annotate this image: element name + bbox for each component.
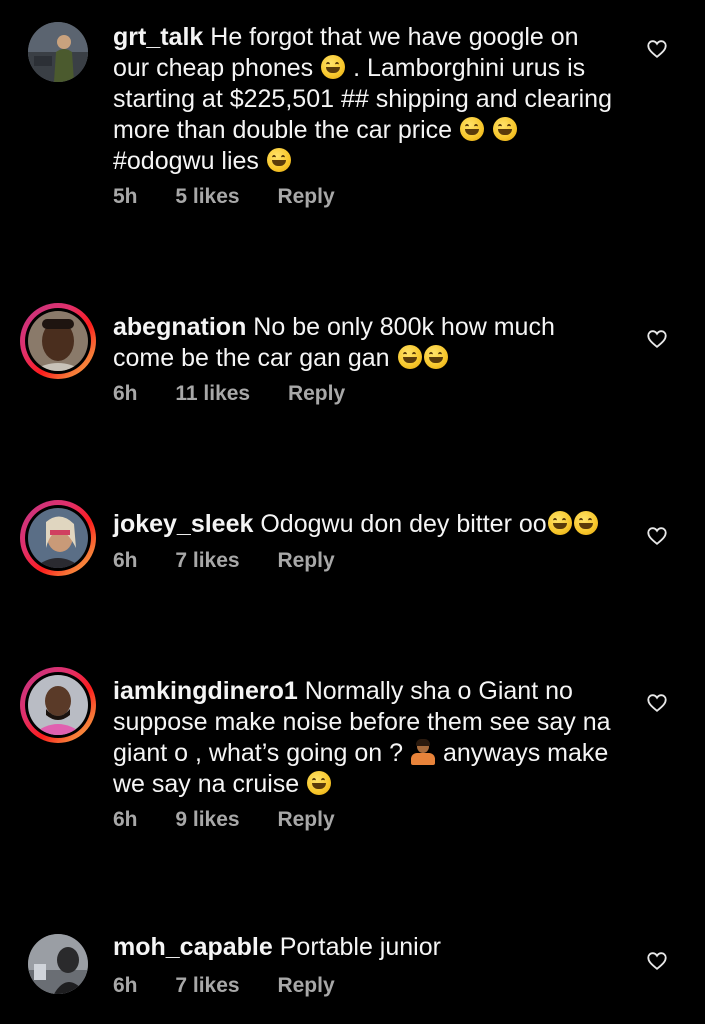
comment-text: moh_capable Portable junior bbox=[113, 932, 618, 963]
comment-username[interactable]: grt_talk bbox=[113, 23, 203, 51]
grinning-squinting-face-emoji bbox=[307, 771, 332, 795]
grinning-squinting-face-emoji bbox=[423, 345, 448, 369]
avatar[interactable] bbox=[20, 303, 96, 379]
grinning-squinting-face-emoji bbox=[460, 117, 485, 141]
comment-username[interactable]: iamkingdinero1 bbox=[113, 677, 298, 705]
comment-username[interactable]: abegnation bbox=[113, 313, 246, 341]
comment-meta: 5h 5 likes Reply bbox=[113, 185, 367, 209]
grinning-squinting-face-emoji bbox=[397, 345, 422, 369]
reply-button[interactable]: Reply bbox=[288, 382, 345, 405]
comment-likes[interactable]: 7 likes bbox=[175, 974, 239, 997]
comment-body: Portable junior bbox=[279, 933, 441, 961]
person-shrugging-emoji bbox=[410, 739, 436, 765]
reply-button[interactable]: Reply bbox=[277, 549, 334, 572]
comment-meta: 6h 9 likes Reply bbox=[113, 808, 367, 832]
comment-text: jokey_sleek Odogwu don dey bitter oo bbox=[113, 509, 618, 540]
avatar[interactable] bbox=[20, 500, 96, 576]
comment-likes[interactable]: 9 likes bbox=[175, 808, 239, 831]
comment-time: 6h bbox=[113, 382, 138, 405]
grinning-squinting-face-emoji bbox=[547, 511, 572, 535]
comment-body: Odogwu don dey bitter oo bbox=[260, 510, 547, 538]
comment-username[interactable]: moh_capable bbox=[113, 933, 273, 961]
comment-time: 6h bbox=[113, 974, 138, 997]
avatar[interactable] bbox=[20, 667, 96, 743]
grinning-squinting-face-emoji bbox=[266, 148, 291, 172]
reply-button[interactable]: Reply bbox=[277, 185, 334, 208]
comment-text: abegnation No be only 800k how much come… bbox=[113, 312, 618, 374]
heart-outline-icon[interactable] bbox=[646, 328, 668, 350]
hashtag-link[interactable]: #odogwu lies bbox=[113, 147, 259, 175]
reply-button[interactable]: Reply bbox=[277, 974, 334, 997]
comment-text: iamkingdinero1 Normally sha o Giant no s… bbox=[113, 676, 618, 800]
comment-meta: 6h 11 likes Reply bbox=[113, 382, 377, 406]
heart-outline-icon[interactable] bbox=[646, 525, 668, 547]
comment-likes[interactable]: 7 likes bbox=[175, 549, 239, 572]
avatar[interactable] bbox=[28, 934, 88, 994]
comment-username[interactable]: jokey_sleek bbox=[113, 510, 253, 538]
heart-outline-icon[interactable] bbox=[646, 38, 668, 60]
comment-time: 6h bbox=[113, 808, 138, 831]
grinning-squinting-face-emoji bbox=[573, 511, 598, 535]
comment-meta: 6h 7 likes Reply bbox=[113, 549, 367, 573]
avatar[interactable] bbox=[28, 22, 88, 82]
comment-likes[interactable]: 11 likes bbox=[175, 382, 250, 405]
comment-time: 6h bbox=[113, 549, 138, 572]
comment-text: grt_talk He forgot that we have google o… bbox=[113, 22, 618, 177]
comment-likes[interactable]: 5 likes bbox=[175, 185, 239, 208]
grinning-squinting-face-emoji bbox=[321, 55, 346, 79]
comment-time: 5h bbox=[113, 185, 138, 208]
reply-button[interactable]: Reply bbox=[277, 808, 334, 831]
heart-outline-icon[interactable] bbox=[646, 950, 668, 972]
grinning-squinting-face-emoji bbox=[493, 117, 517, 141]
heart-outline-icon[interactable] bbox=[646, 692, 668, 714]
comment-meta: 6h 7 likes Reply bbox=[113, 974, 367, 998]
